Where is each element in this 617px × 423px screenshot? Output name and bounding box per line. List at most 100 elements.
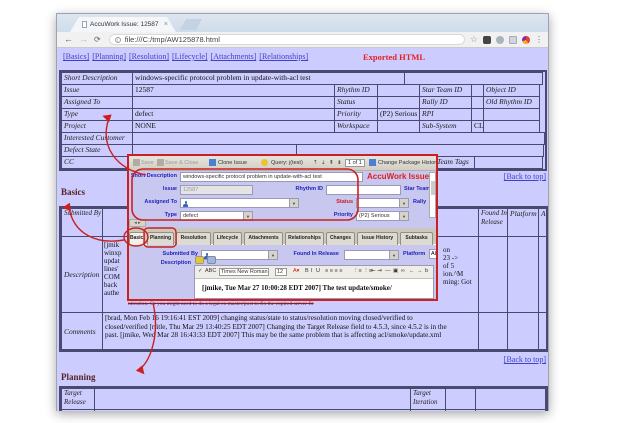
priority-combo[interactable]: (P2) Serious▼ [356,211,409,221]
issue-input[interactable]: 12587 [180,185,253,195]
nav-link[interactable]: [Basics] [63,52,89,61]
nav-links: [Basics][Planning][Resolution][Lifecycle… [63,52,311,61]
rtf-toolbar-item[interactable]: ∞ [401,268,405,274]
table-cell [538,236,547,313]
table-cell [475,388,546,410]
nav-link[interactable]: [Relationships] [259,52,308,61]
toolbar-icon[interactable] [133,159,140,166]
table-cell [475,409,546,411]
assigned-to-combo[interactable]: ▼ [180,198,299,208]
rtf-toolbar-item[interactable]: → [417,268,423,274]
nav-link[interactable]: [Planning] [92,52,126,61]
table-cell: Platform [507,208,539,237]
accuwork-tab-relationships[interactable]: Relationships [285,232,324,245]
rtf-toolbar-item[interactable]: ≡ ≡ ≡ ≡ [325,268,342,274]
rtf-toolbar-item[interactable]: A▾ [293,268,299,274]
toolbar-item[interactable]: ⇟ [337,160,342,166]
accuwork-tab-issue-history[interactable]: Issue History [357,232,398,245]
accuwork-tab-basics[interactable]: Basics [129,232,145,245]
rtf-toolbar-item[interactable]: ⋮≡ ⋮≡ [353,268,372,274]
person-icon [183,201,188,207]
table-cell [445,388,476,410]
table-cell [507,312,539,350]
rtf-toolbar: ✓ABCTimes New Roman 12 A▾ BIU ≡ ≡ ≡ ≡ ⋮≡ ⋮≡⇤ … [195,266,433,279]
status-combo[interactable]: ▼ [356,198,409,208]
nav-link[interactable]: [Resolution] [129,52,169,61]
accuwork-tab-lifecycle[interactable]: Lifecycle [213,232,242,245]
back-to-top-link[interactable]: [Back to top] [504,172,546,181]
browser-menu-icon[interactable]: ⋮ [535,35,543,44]
rtf-toolbar-item[interactable]: ← [409,268,415,274]
toolbar-item[interactable]: Save & Close [165,160,198,166]
accuwork-tab-attachments[interactable]: Attachments [244,232,283,245]
reload-button[interactable]: ⟳ [94,36,101,44]
short-description-input[interactable]: windows-specific protocol problem in upd… [180,172,363,182]
assigned-to-label: Assigned To [144,199,177,205]
address-bar[interactable]: i file:///C:/tmp/AW125878.html [109,34,465,45]
rtf-toolbar-item[interactable]: 12 [275,268,287,276]
table-cell [445,409,476,411]
editor-text: [jmike, Tue Mar 27 10:00:28 EDT 2007] Th… [202,284,392,292]
rtf-toolbar-item[interactable]: b [425,268,428,274]
nav-link[interactable]: [Lifecycle] [172,52,208,61]
bookmark-star-icon[interactable]: ☆ [470,34,478,45]
back-to-top-link-2[interactable]: [Back to top] [504,355,546,364]
extension-icon-1[interactable] [483,36,491,44]
accuwork-tab-subtasks[interactable]: Subtasks [400,232,433,245]
short-description-label: Short Description [131,173,177,179]
accuwork-tab-resolution[interactable]: Resolution [176,232,211,245]
extension-icon-4[interactable] [522,36,530,44]
platform-label: Platform [403,251,425,257]
toolbar-icon[interactable] [157,159,164,166]
toolbar-item[interactable]: Query: j(test) [271,160,303,166]
extension-icon-2[interactable] [496,36,504,44]
page-favicon [82,21,87,28]
nav-link[interactable]: [Attachments] [211,52,257,61]
toolbar-icon[interactable] [261,159,268,166]
rtf-toolbar-item[interactable]: Times New Roman [219,268,269,276]
forward-button[interactable]: → [79,35,88,44]
browser-tab[interactable]: AccuWork Issue: 12587 × [70,17,176,32]
rtf-toolbar-item[interactable]: B [305,268,309,274]
overlay-scrollbar[interactable] [429,172,436,218]
overlay-mini-scrollbar[interactable]: ◂ ▸ [129,219,146,227]
rtf-toolbar-item[interactable]: I [311,268,313,274]
toolbar-icon[interactable] [209,159,216,166]
spellcheck-icon[interactable] [195,256,204,264]
toolbar-icon[interactable] [369,159,376,166]
table-cell: Submitted By [61,208,103,237]
rhythm-id-input[interactable] [326,185,401,195]
type-combo[interactable]: defect▼ [180,211,253,221]
toolbar-item[interactable]: 1 of 1 [345,159,365,167]
toolbar-item[interactable]: ⇡ [313,160,318,166]
new-tab-button[interactable] [180,19,202,30]
accuwork-tab-changes[interactable]: Changes [326,232,355,245]
description-left-fragments: [jmikwinxpupdatlines'COMbackauthe [104,241,122,297]
toolbar-item[interactable]: Save [141,160,154,166]
table-cell: CC [61,156,133,169]
rtf-toolbar-item[interactable]: — [385,268,391,274]
accuwork-tab-planning[interactable]: Planning [147,232,174,245]
back-button[interactable]: ← [64,35,73,44]
rtf-toolbar-item[interactable]: ✓ [198,268,203,274]
type-label: Type [165,212,177,218]
found-in-release-combo[interactable]: ▼ [344,250,399,260]
accuwork-issue-annotation: AccuWork Issue [367,172,429,181]
table-cell: Comments [61,312,103,350]
found-in-release-label: Found In Release [293,251,339,257]
table-cell [474,156,543,169]
browser-tabstrip: AccuWork Issue: 12587 × [57,14,548,32]
toolbar-item[interactable]: Clone Issue [218,160,247,166]
rtf-toolbar-item[interactable]: U [316,268,320,274]
zoom-icon[interactable] [207,256,216,264]
page-info-icon[interactable]: i [115,37,121,43]
extension-icon-3[interactable] [509,36,517,44]
rtf-toolbar-item[interactable]: ⇤ ⇥ [371,268,382,274]
rtf-toolbar-item[interactable]: ABC [205,268,216,274]
toolbar-item[interactable]: ⇣ [321,160,326,166]
toolbar-item[interactable]: Change Package History [378,160,438,166]
tab-close-icon[interactable]: × [164,21,168,28]
toolbar-item[interactable]: ⇞ [329,160,334,166]
rtf-toolbar-item[interactable]: ▣ [393,268,398,274]
description-editor[interactable]: ✓ABCTimes New Roman 12 A▾ BIU ≡ ≡ ≡ ≡ ⋮≡ ⋮≡⇤ … [194,265,434,299]
